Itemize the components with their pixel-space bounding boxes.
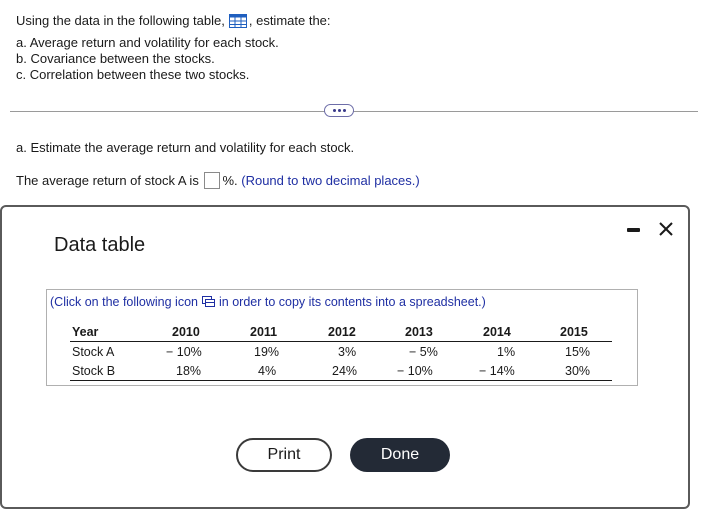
table-cell: − 5% <box>409 345 438 359</box>
table-cell: − 10% <box>397 364 433 378</box>
table-header-rule <box>70 341 612 342</box>
table-cell: 24% <box>332 364 358 378</box>
dialog-title: Data table <box>54 234 146 256</box>
average-return-input[interactable] <box>204 172 221 189</box>
question-intro: Using the data in the following table, , … <box>16 13 331 29</box>
table-header-cell: 2010 <box>172 325 200 339</box>
question-intro-after: , estimate the: <box>248 13 331 28</box>
table-bottom-rule <box>70 380 612 381</box>
question-item-b: b. Covariance between the stocks. <box>16 51 215 66</box>
table-header-cell: 2011 <box>250 325 278 339</box>
table-header-year: Year <box>72 325 99 339</box>
table-header-cell: 2013 <box>405 325 433 339</box>
rounding-hint: (Round to two decimal places.) <box>241 173 420 188</box>
prompt-after: %. <box>222 173 238 188</box>
part-a-heading: a. Estimate the average return and volat… <box>16 140 355 155</box>
table-cell: − 10% <box>166 345 202 359</box>
copy-instructions: (Click on the following icon in order to … <box>50 295 486 309</box>
table-cell: 4% <box>258 364 277 378</box>
prompt-before: The average return of stock A is <box>16 173 199 188</box>
copy-spreadsheet-icon[interactable] <box>202 296 215 307</box>
table-cell: 18% <box>176 364 202 378</box>
question-intro-before: Using the data in the following table, <box>16 13 225 28</box>
table-row-label: Stock A <box>72 345 115 359</box>
table-header-cell: 2012 <box>328 325 356 339</box>
part-a-prompt: The average return of stock A is %. (Rou… <box>16 172 420 189</box>
table-header-cell: 2015 <box>560 325 588 339</box>
copy-note-before: (Click on the following icon <box>50 295 198 309</box>
done-button[interactable]: Done <box>350 438 450 472</box>
copy-note-after: in order to copy its contents into a spr… <box>219 295 486 309</box>
close-icon[interactable] <box>656 219 676 239</box>
table-cell: 30% <box>565 364 591 378</box>
table-cell: 19% <box>254 345 280 359</box>
table-header-cell: 2014 <box>483 325 511 339</box>
section-divider <box>10 111 698 112</box>
minimize-icon[interactable] <box>627 228 640 232</box>
table-cell: 15% <box>565 345 591 359</box>
more-dots-icon[interactable] <box>324 104 354 117</box>
table-row-label: Stock B <box>72 364 116 378</box>
question-item-c: c. Correlation between these two stocks. <box>16 67 250 82</box>
question-item-a: a. Average return and volatility for eac… <box>16 35 279 50</box>
print-button[interactable]: Print <box>236 438 332 472</box>
table-grid-icon[interactable] <box>228 14 247 28</box>
table-cell: − 14% <box>479 364 515 378</box>
table-cell: 1% <box>497 345 516 359</box>
table-cell: 3% <box>338 345 357 359</box>
